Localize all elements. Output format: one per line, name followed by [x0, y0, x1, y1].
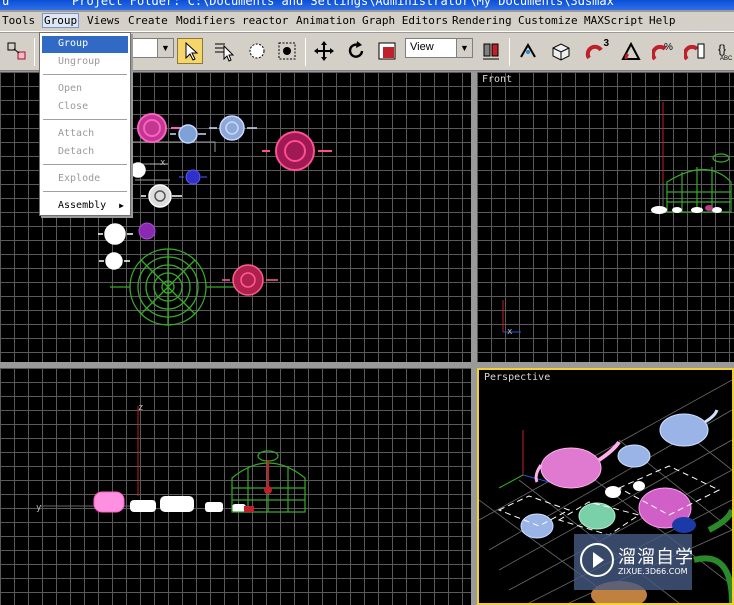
align-icon[interactable]	[548, 38, 574, 64]
svg-text:%: %	[664, 42, 673, 53]
snap-level-label: 3	[603, 38, 609, 49]
menu-help[interactable]: Help	[648, 14, 677, 27]
watermark-site: ZIXUE.3D66.COM	[618, 567, 688, 576]
viewport-left[interactable]: z y	[0, 368, 471, 605]
mirror-icon[interactable]	[515, 38, 541, 64]
menu-divider	[43, 191, 127, 192]
angle-snap-icon[interactable]	[618, 38, 644, 64]
front-viewport-scene: x	[502, 102, 732, 337]
menu-item-assembly[interactable]: Assembly ▶	[42, 198, 128, 215]
spinner-snap-icon[interactable]	[682, 38, 708, 64]
menu-item-attach[interactable]: Attach	[42, 126, 128, 143]
top-axis-x-label: x	[160, 158, 166, 168]
rotate-icon[interactable]	[343, 38, 369, 64]
left-axis-y-label: y	[36, 503, 42, 513]
link-icon[interactable]	[4, 38, 30, 64]
reference-coord-value: View	[410, 41, 434, 53]
menu-item-ungroup[interactable]: Ungroup	[42, 54, 128, 71]
title-bar: u Project Folder: C:\Documents and Setti…	[0, 0, 734, 10]
select-arrow-icon[interactable]	[177, 38, 203, 64]
selection-filter-combo[interactable]: ▼	[128, 38, 174, 58]
move-icon[interactable]	[311, 38, 337, 64]
percent-snap-icon[interactable]: %	[650, 38, 676, 64]
menu-group[interactable]: Group	[42, 13, 80, 28]
menu-modifiers[interactable]: Modifiers	[175, 14, 237, 27]
menu-customize[interactable]: Customize	[517, 14, 579, 27]
watermark-logo: 溜溜自学 ZIXUE.3D66.COM	[574, 534, 694, 590]
snap-3d-icon[interactable]: 3	[584, 38, 610, 64]
chevron-down-icon: ▼	[456, 39, 472, 57]
viewport-front[interactable]: Front x	[477, 72, 734, 362]
menu-divider	[43, 119, 127, 120]
named-selection-icon[interactable]: {} ABC	[716, 38, 734, 64]
window-crossing-icon[interactable]	[274, 38, 300, 64]
menu-animation[interactable]: Animation	[295, 14, 357, 27]
menu-create[interactable]: Create	[127, 14, 169, 27]
region-select-icon[interactable]	[244, 38, 270, 64]
menu-bar: Tools Group Views Create Modifiers react…	[0, 12, 734, 32]
menu-divider	[43, 164, 127, 165]
menu-tools[interactable]: Tools	[1, 14, 36, 27]
svg-text:{}: {}	[718, 42, 726, 56]
select-by-name-icon[interactable]	[211, 38, 237, 64]
pivot-icon[interactable]	[478, 38, 504, 64]
toolbar-separator	[34, 38, 35, 66]
menu-item-explode[interactable]: Explode	[42, 171, 128, 188]
play-triangle-icon	[593, 552, 604, 568]
menu-item-close[interactable]: Close	[42, 99, 128, 116]
reference-coord-combo[interactable]: View ▼	[405, 38, 473, 58]
submenu-arrow-icon: ▶	[119, 201, 124, 210]
window-title: Project Folder: C:\Documents and Setting…	[72, 0, 614, 8]
menu-item-group[interactable]: Group	[42, 36, 128, 53]
group-menu-dropdown: Group Ungroup Open Close Attach Detach E…	[39, 32, 131, 216]
toolbar-separator	[305, 38, 306, 66]
scale-icon[interactable]	[374, 38, 400, 64]
menu-graph-editors[interactable]: Graph Editors	[361, 14, 449, 27]
chevron-down-icon: ▼	[157, 39, 173, 57]
named-selection-label: ABC	[720, 56, 733, 62]
menu-reactor[interactable]: reactor	[241, 14, 289, 27]
title-left-fragment: u	[2, 0, 10, 8]
left-viewport-scene: z y	[36, 403, 306, 513]
3dsmax-window: u Project Folder: C:\Documents and Setti…	[0, 0, 734, 605]
menu-item-assembly-label: Assembly	[58, 200, 107, 211]
menu-item-detach[interactable]: Detach	[42, 144, 128, 161]
toolbar-separator	[509, 38, 510, 66]
front-axis-x-label: x	[507, 327, 513, 337]
watermark-name: 溜溜自学	[618, 547, 694, 568]
menu-divider	[43, 74, 127, 75]
menu-maxscript[interactable]: MAXScript	[583, 14, 645, 27]
menu-rendering[interactable]: Rendering	[451, 14, 513, 27]
left-axis-z-label: z	[138, 403, 143, 413]
menu-item-open[interactable]: Open	[42, 81, 128, 98]
menu-views[interactable]: Views	[86, 14, 121, 27]
